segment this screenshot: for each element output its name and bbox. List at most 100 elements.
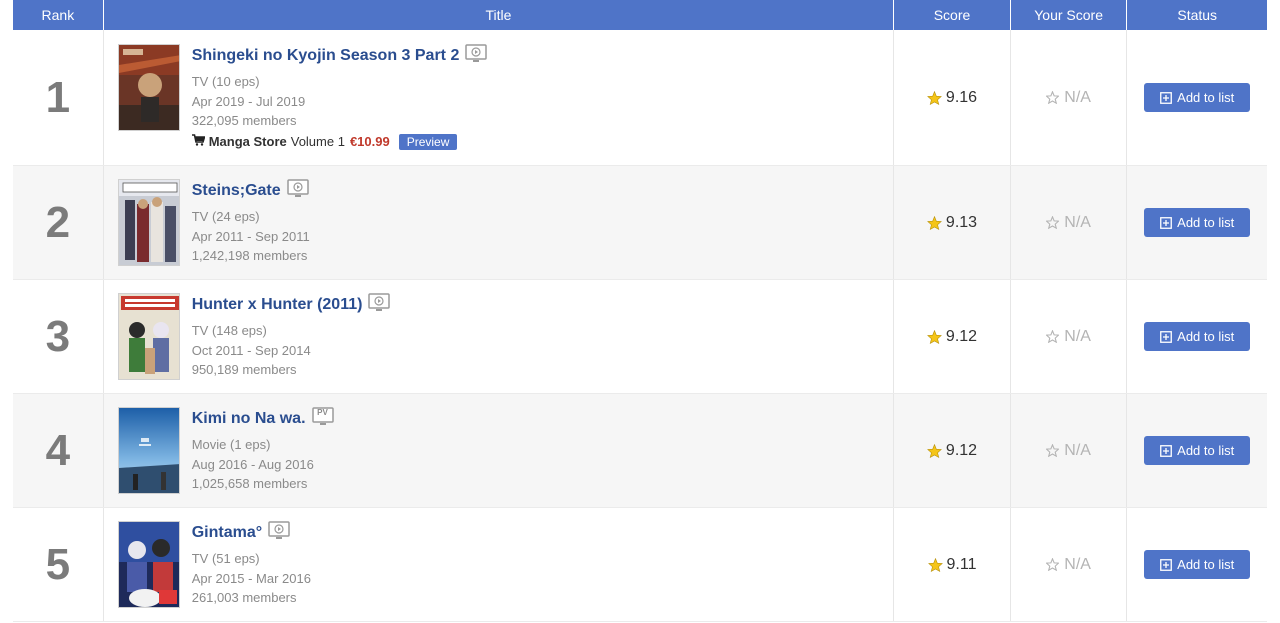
anime-type: TV (51 eps) (191, 551, 260, 566)
anime-title-link[interactable]: Shingeki no Kyojin Season 3 Part 2 (192, 47, 460, 65)
empty-star-icon (1046, 91, 1060, 104)
your-score-wrap[interactable]: N/A (1046, 442, 1091, 460)
add-to-list-label: Add to list (1177, 215, 1235, 230)
rank-cell: 4 (13, 394, 104, 507)
your-score-wrap[interactable]: N/A (1046, 214, 1091, 232)
add-to-list-button[interactable]: Add to list (1144, 322, 1251, 351)
plus-square-icon (1160, 444, 1173, 457)
plus-square-icon (1160, 558, 1173, 571)
anime-poster-thumbnail[interactable] (117, 521, 180, 608)
star-icon (926, 443, 942, 458)
anime-members: 1,242,198 members (191, 248, 308, 263)
anime-airing-dates: Apr 2015 - Mar 2016 (191, 570, 311, 586)
title-cell: Hunter x Hunter (2011) TV (148 eps) Oct … (104, 280, 895, 393)
anime-title-link[interactable]: Gintama° (192, 524, 262, 542)
add-to-list-label: Add to list (1177, 329, 1235, 344)
table-row: 2 Steins;Gate TV (24 eps) Apr 2011 - Sep… (13, 166, 1267, 280)
anime-meta: TV (148 eps) Oct 2011 - Sep 2014 950,189… (192, 321, 391, 380)
your-score-cell: N/A (1011, 280, 1128, 393)
anime-airing-dates: Apr 2019 - Jul 2019 (191, 93, 306, 109)
preview-button[interactable]: Preview (398, 133, 458, 150)
rank-number: 3 (45, 311, 71, 361)
your-score-value: N/A (1064, 555, 1091, 573)
score-value-wrap: 9.12 (926, 328, 977, 346)
anime-poster-thumbnail[interactable] (117, 179, 180, 266)
empty-star-icon (1046, 444, 1060, 457)
pv-badge: PV (317, 408, 328, 417)
anime-info: Shingeki no Kyojin Season 3 Part 2 TV (1… (191, 44, 488, 150)
manga-volume: Volume 1 (290, 134, 345, 149)
anime-airing-dates: Oct 2011 - Sep 2014 (191, 342, 311, 358)
manga-store-line: Manga Store Volume 1 €10.99 Preview (191, 133, 488, 150)
rank-cell: 5 (13, 508, 104, 621)
anime-ranking-table: Rank Title Score Your Score Status 1 Shi… (13, 0, 1267, 622)
plus-square-icon (1160, 216, 1173, 229)
title-cell: Gintama° TV (51 eps) Apr 2015 - Mar 2016… (104, 508, 895, 621)
star-icon (926, 215, 942, 230)
empty-star-icon (1046, 216, 1060, 229)
score-cell: 9.12 (894, 280, 1011, 393)
anime-info: Steins;Gate TV (24 eps) Apr 2011 - Sep 2… (192, 179, 310, 266)
anime-title-link[interactable]: Kimi no Na wa. (192, 410, 306, 428)
manga-price: €10.99 (349, 134, 390, 149)
play-screen-icon[interactable] (368, 293, 391, 317)
rank-cell: 2 (13, 166, 104, 279)
your-score-column-header[interactable]: Your Score (1011, 0, 1128, 30)
plus-square-icon (1160, 91, 1173, 104)
score-value-wrap: 9.12 (926, 442, 977, 460)
anime-info: Hunter x Hunter (2011) TV (148 eps) Oct … (192, 293, 391, 380)
add-to-list-button[interactable]: Add to list (1144, 83, 1251, 112)
score-cell: 9.13 (894, 166, 1011, 279)
anime-type: TV (24 eps) (191, 209, 260, 224)
your-score-wrap[interactable]: N/A (1046, 556, 1091, 574)
status-cell: Add to list (1127, 30, 1267, 165)
table-row: 5 Gintama° TV (51 eps) Apr 2015 - Mar 20… (13, 508, 1267, 622)
rank-column-header[interactable]: Rank (13, 0, 104, 30)
table-row: 4 Kimi no Na wa. PV Movie (1 eps) Aug 20… (13, 394, 1267, 508)
anime-poster-thumbnail[interactable] (117, 293, 180, 380)
add-to-list-button[interactable]: Add to list (1144, 436, 1251, 465)
anime-info: Kimi no Na wa. PV Movie (1 eps) Aug 2016… (192, 407, 334, 494)
plus-square-icon (1160, 330, 1173, 343)
anime-poster-thumbnail[interactable] (117, 407, 180, 494)
anime-info: Gintama° TV (51 eps) Apr 2015 - Mar 2016… (192, 521, 311, 608)
your-score-cell: N/A (1011, 166, 1128, 279)
your-score-value: N/A (1064, 88, 1091, 106)
anime-poster-thumbnail[interactable] (117, 44, 180, 131)
status-cell: Add to list (1127, 280, 1267, 393)
your-score-value: N/A (1064, 213, 1091, 231)
anime-meta: TV (51 eps) Apr 2015 - Mar 2016 261,003 … (192, 549, 311, 608)
add-to-list-button[interactable]: Add to list (1144, 208, 1251, 237)
add-to-list-label: Add to list (1177, 443, 1235, 458)
rank-cell: 1 (13, 30, 104, 165)
star-icon (926, 90, 942, 105)
title-cell: Steins;Gate TV (24 eps) Apr 2011 - Sep 2… (104, 166, 895, 279)
pv-screen-icon[interactable]: PV (311, 407, 334, 431)
add-to-list-label: Add to list (1177, 557, 1235, 572)
title-column-header[interactable]: Title (104, 0, 895, 30)
star-icon (926, 329, 942, 344)
table-row: 1 Shingeki no Kyojin Season 3 Part 2 TV … (13, 30, 1267, 166)
status-column-header[interactable]: Status (1127, 0, 1267, 30)
title-cell: Shingeki no Kyojin Season 3 Part 2 TV (1… (104, 30, 895, 165)
anime-title-link[interactable]: Hunter x Hunter (2011) (192, 296, 363, 314)
score-value: 9.13 (945, 213, 978, 231)
score-column-header[interactable]: Score (894, 0, 1011, 30)
add-to-list-button[interactable]: Add to list (1144, 550, 1251, 579)
score-cell: 9.12 (894, 394, 1011, 507)
anime-title-link[interactable]: Steins;Gate (192, 182, 281, 200)
anime-meta: TV (24 eps) Apr 2011 - Sep 2011 1,242,19… (192, 207, 310, 266)
your-score-wrap[interactable]: N/A (1046, 89, 1091, 107)
score-cell: 9.11 (894, 508, 1011, 621)
anime-meta: Movie (1 eps) Aug 2016 - Aug 2016 1,025,… (192, 435, 334, 494)
play-screen-icon[interactable] (465, 44, 488, 68)
manga-store-link[interactable]: Manga Store (209, 134, 287, 149)
table-header: Rank Title Score Your Score Status (13, 0, 1267, 30)
play-screen-icon[interactable] (286, 179, 309, 203)
anime-airing-dates: Aug 2016 - Aug 2016 (191, 456, 314, 472)
status-cell: Add to list (1127, 508, 1267, 621)
your-score-wrap[interactable]: N/A (1046, 328, 1091, 346)
your-score-value: N/A (1064, 327, 1091, 345)
play-screen-icon[interactable] (268, 521, 290, 545)
your-score-cell: N/A (1011, 508, 1128, 621)
